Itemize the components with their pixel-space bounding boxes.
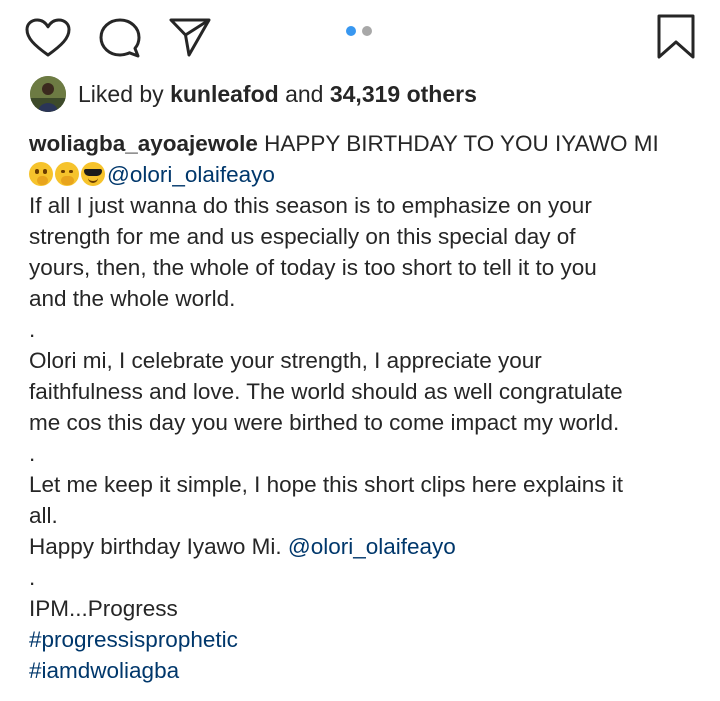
caption-line: and the whole world. — [29, 286, 236, 311]
caption-line: yours, then, the whole of today is too s… — [29, 255, 597, 280]
caption-line: faithfulness and love. The world should … — [29, 379, 623, 404]
liker-username[interactable]: kunleafod — [170, 81, 279, 107]
caption-line: If all I just wanna do this season is to… — [29, 193, 592, 218]
likes-prefix: Liked by — [78, 80, 164, 107]
save-button[interactable] — [655, 13, 697, 61]
hashtag-link[interactable]: #iamdwoliagba — [29, 655, 699, 686]
post-caption: woliagba_ayoajewole HAPPY BIRTHDAY TO YO… — [29, 128, 699, 686]
mention-link[interactable]: @olori_olaifeayo — [288, 534, 456, 559]
shushing-face-emoji — [29, 162, 53, 186]
like-button[interactable] — [24, 17, 72, 59]
sunglasses-emoji — [81, 162, 105, 186]
caption-text: Happy birthday Iyawo Mi. — [29, 534, 282, 559]
avatar-photo — [30, 76, 66, 112]
caption-separator: . — [29, 565, 36, 590]
comment-icon — [99, 18, 141, 58]
caption-line: all. — [29, 503, 58, 528]
caption-separator: . — [29, 317, 36, 342]
hand-over-mouth-emoji — [55, 162, 79, 186]
likes-text: Liked by kunleafod and 34,319 others — [78, 81, 477, 108]
carousel-indicator — [346, 26, 372, 36]
caption-username[interactable]: woliagba_ayoajewole — [29, 131, 258, 156]
caption-line: IPM...Progress — [29, 596, 178, 621]
avatar[interactable] — [30, 76, 66, 112]
send-icon — [169, 18, 211, 57]
caption-line: woliagba_ayoajewole HAPPY BIRTHDAY TO YO… — [29, 128, 699, 159]
caption-line: @olori_olaifeayo — [29, 159, 699, 190]
caption-line: me cos this day you were birthed to come… — [29, 410, 620, 435]
carousel-dot-active — [346, 26, 356, 36]
caption-separator: . — [29, 441, 36, 466]
comment-button[interactable] — [97, 16, 143, 60]
caption-headline: HAPPY BIRTHDAY TO YOU IYAWO MI — [264, 131, 659, 156]
mention-link[interactable]: @olori_olaifeayo — [107, 162, 275, 187]
hashtag-link[interactable]: #progressisprophetic — [29, 624, 699, 655]
likes-middle: and — [285, 80, 324, 107]
caption-line: Let me keep it simple, I hope this short… — [29, 472, 624, 497]
heart-icon — [25, 18, 71, 57]
bookmark-icon — [657, 14, 695, 59]
likes-summary[interactable]: Liked by kunleafod and 34,319 others — [30, 76, 477, 112]
carousel-dot — [362, 26, 372, 36]
likes-count[interactable]: 34,319 others — [330, 81, 477, 107]
share-button[interactable] — [167, 15, 213, 59]
caption-line: Happy birthday Iyawo Mi. @olori_olaifeay… — [29, 531, 699, 562]
caption-line: Olori mi, I celebrate your strength, I a… — [29, 348, 542, 373]
caption-line: strength for me and us especially on thi… — [29, 224, 576, 249]
